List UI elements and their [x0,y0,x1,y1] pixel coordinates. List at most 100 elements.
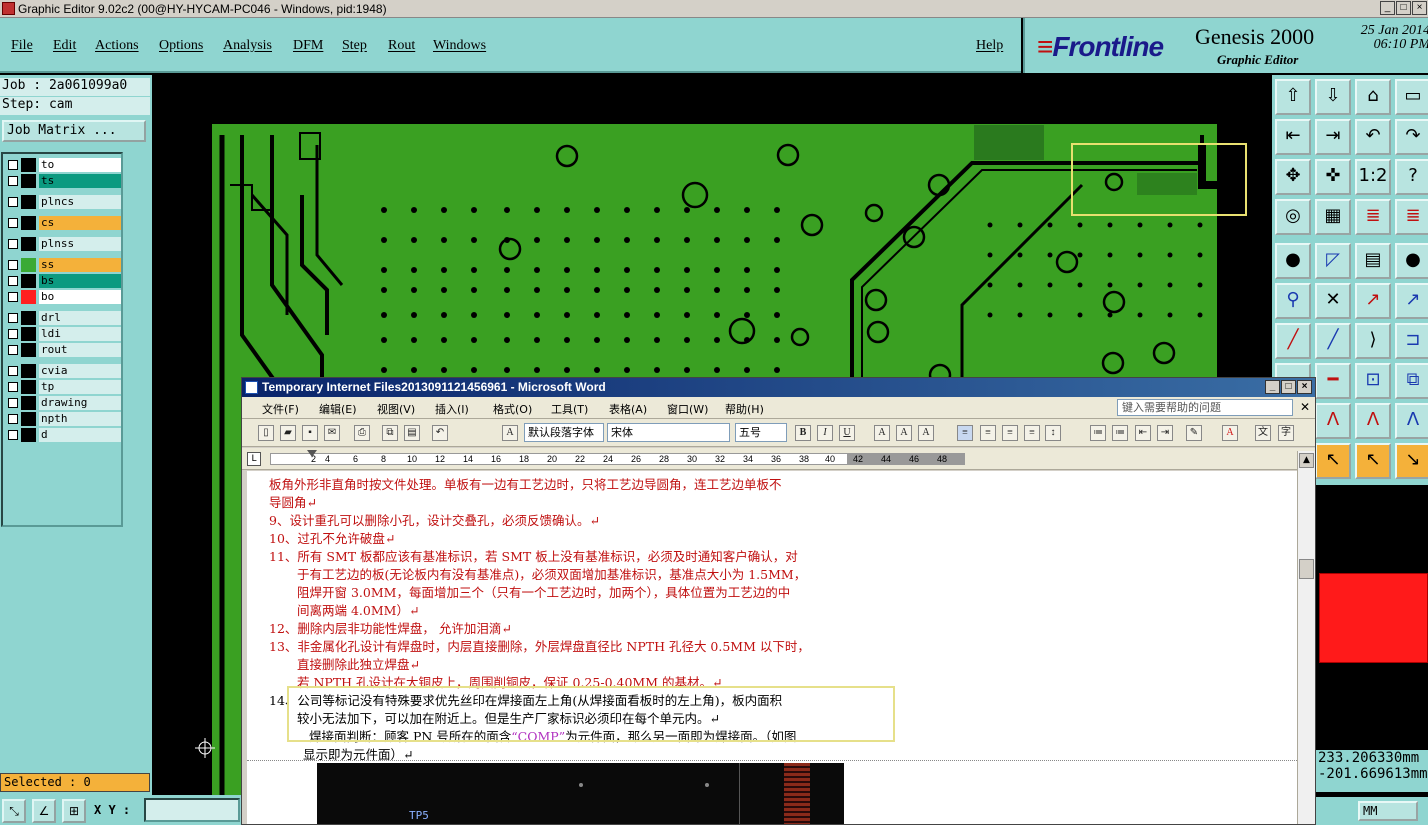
layer-checkbox[interactable] [8,329,18,339]
arch-icon[interactable]: Λ [1315,403,1351,439]
italic-icon[interactable]: I [817,425,833,441]
layer-color-swatch[interactable] [21,327,36,341]
layer-row-drl[interactable]: drl [6,311,121,325]
justify-icon[interactable]: ≡ [1024,425,1040,441]
undo-view-icon[interactable]: ↶ [1355,119,1391,155]
redo-view-icon[interactable]: ↷ [1395,119,1428,155]
home-icon[interactable]: ⌂ [1355,79,1391,115]
layer-checkbox[interactable] [8,414,18,424]
arc-line-icon[interactable]: ↗ [1395,283,1428,319]
layer-color-swatch[interactable] [21,428,36,442]
layer-checkbox[interactable] [8,160,18,170]
menu-windows[interactable]: Windows [433,38,486,54]
layer-checkbox[interactable] [8,366,18,376]
word-menu-format[interactable]: 格式(O) [493,401,532,417]
layer-row-cvia[interactable]: cvia [6,364,121,378]
close-button[interactable]: × [1412,1,1427,15]
bold-icon[interactable]: B [795,425,811,441]
font-size-select[interactable]: 五号 [735,423,787,442]
arch-dual-icon[interactable]: Λ [1395,403,1428,439]
job-matrix-button[interactable]: Job Matrix ... [2,120,146,142]
word-maximize-button[interactable]: □ [1281,380,1296,394]
layer-checkbox[interactable] [8,218,18,228]
zoom-page-icon[interactable]: ⇩ [1315,79,1351,115]
layer-checkbox[interactable] [8,345,18,355]
layer-color-swatch[interactable] [21,237,36,251]
print-icon[interactable]: ⎙ [354,425,370,441]
char-scale-icon[interactable]: A [918,425,934,441]
layer-row-bs[interactable]: bs [6,274,121,288]
layer-checkbox[interactable] [8,239,18,249]
minimize-button[interactable]: _ [1380,1,1395,15]
word-close-button[interactable]: × [1297,380,1312,394]
cross-icon[interactable]: ✕ [1315,283,1351,319]
xy-input[interactable] [144,798,240,822]
layer-name[interactable]: to [39,158,121,172]
shape-icon[interactable]: ⊡ [1355,363,1391,399]
center-icon[interactable]: ✜ [1315,159,1351,195]
slash-blue-icon[interactable]: ╱ [1315,323,1351,359]
layer-checkbox[interactable] [8,197,18,207]
select-arrow-3-icon[interactable]: ↖ [1355,443,1391,479]
menu-help[interactable]: Help [976,38,1003,54]
layer-checkbox[interactable] [8,292,18,302]
layer-checkbox[interactable] [8,430,18,440]
styles-icon[interactable]: A [502,425,518,441]
save-icon[interactable]: ▪ [302,425,318,441]
layer-name[interactable]: plnss [39,237,121,251]
layer-name[interactable]: ss [39,258,121,272]
layer-color-swatch[interactable] [21,216,36,230]
layer-name[interactable]: cvia [39,364,121,378]
word-menu-view[interactable]: 视图(V) [377,401,415,417]
layer-row-npth[interactable]: npth [6,412,121,426]
layer-checkbox[interactable] [8,313,18,323]
fit-all-icon[interactable]: ✥ [1275,159,1311,195]
decrease-indent-icon[interactable]: ⇤ [1135,425,1151,441]
layer-stack-icon[interactable]: ≣ [1355,199,1391,235]
layer-color-swatch[interactable] [21,174,36,188]
layer-row-d[interactable]: d [6,428,121,442]
menu-file[interactable]: File [11,38,33,54]
pointer-icon[interactable]: ↘ [1395,443,1428,479]
menu-analysis[interactable]: Analysis [223,38,272,54]
tab-stop-icon[interactable]: L [247,452,261,466]
layer-name[interactable]: drawing [39,396,121,410]
layer-name[interactable]: drl [39,311,121,325]
layer-row-drawing[interactable]: drawing [6,396,121,410]
scroll-up-icon[interactable]: ▲ [1299,453,1314,468]
layer-color-swatch[interactable] [21,396,36,410]
measure-icon[interactable]: ∠ [32,799,56,823]
feature-icon[interactable]: ⊐ [1395,323,1428,359]
layer-name[interactable]: ts [39,174,121,188]
zoom-home-icon[interactable]: ⇧ [1275,79,1311,115]
layer-row-tp[interactable]: tp [6,380,121,394]
layer-checkbox[interactable] [8,176,18,186]
layer-row-cs[interactable]: cs [6,216,121,230]
dash-red-icon[interactable]: ━ [1315,363,1351,399]
phonetic-icon[interactable]: 文 [1255,425,1271,441]
layer-row-to[interactable]: to [6,158,121,172]
layer-name[interactable]: tp [39,380,121,394]
copy-icon[interactable]: ⧉ [382,425,398,441]
maximize-button[interactable]: □ [1396,1,1411,15]
layer-color-swatch[interactable] [21,274,36,288]
copy-icon[interactable]: ⧉ [1395,363,1428,399]
layer-name[interactable]: rout [39,343,121,357]
arch-red-icon[interactable]: Λ [1355,403,1391,439]
open-icon[interactable]: ▰ [280,425,296,441]
first-line-indent-marker[interactable] [307,450,317,457]
new-doc-icon[interactable]: ▯ [258,425,274,441]
arc-point-icon[interactable]: ↗ [1355,283,1391,319]
snap-center-icon[interactable]: ● [1275,243,1311,279]
word-minimize-button[interactable]: _ [1265,380,1280,394]
font-shade-icon[interactable]: A [896,425,912,441]
layer-row-bo[interactable]: bo [6,290,121,304]
menu-edit[interactable]: Edit [53,38,76,54]
layer-name[interactable]: cs [39,216,121,230]
word-menu-tools[interactable]: 工具(T) [551,401,588,417]
align-center-icon[interactable]: ≡ [980,425,996,441]
layer-name[interactable]: bs [39,274,121,288]
query-icon[interactable]: ? [1395,159,1428,195]
layer-color-swatch[interactable] [21,412,36,426]
layer-row-rout[interactable]: rout [6,343,121,357]
